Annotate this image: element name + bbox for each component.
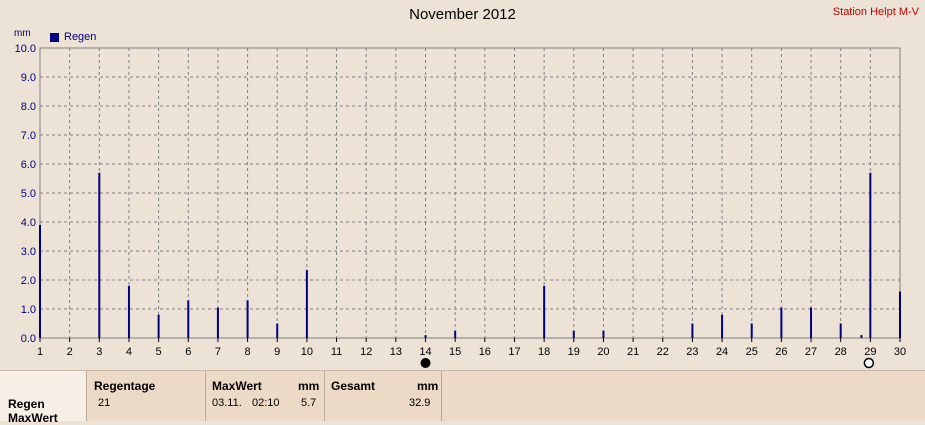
y-tick-label: 9.0 <box>21 72 36 84</box>
summary-col-gesamt: Gesamt mm 32.9 <box>325 371 442 421</box>
row-label-regen: Regen <box>8 397 45 411</box>
regentage-value: 21 <box>98 397 111 409</box>
x-tick-label: 26 <box>775 346 787 358</box>
x-tick-label: 13 <box>390 346 402 358</box>
summary-panel: Regen MaxWert Regentage 21 MaxWert mm 03… <box>0 370 925 425</box>
y-tick-label: 2.0 <box>21 275 36 287</box>
chart-title: November 2012 <box>409 6 516 23</box>
maxwert-date: 03.11. <box>212 397 242 409</box>
y-tick-label: 0.0 <box>21 333 36 345</box>
gesamt-value: 32.9 <box>409 397 431 409</box>
x-tick-label: 15 <box>449 346 461 358</box>
station-name: Station Helpt M-V <box>832 6 919 18</box>
x-tick-label: 8 <box>245 346 251 358</box>
summary-col-maxwert: MaxWert mm 03.11. 02:10 5.7 <box>206 371 325 421</box>
x-tick-label: 17 <box>508 346 520 358</box>
x-tick-label: 27 <box>805 346 817 358</box>
x-tick-label: 6 <box>185 346 191 358</box>
x-tick-label: 1 <box>37 346 43 358</box>
x-tick-label: 28 <box>835 346 847 358</box>
x-tick-label: 10 <box>301 346 313 358</box>
summary-row-labels: Regen MaxWert <box>0 371 87 425</box>
y-tick-label: 8.0 <box>21 101 36 113</box>
y-tick-label: 4.0 <box>21 217 36 229</box>
y-axis-unit: mm <box>14 28 31 39</box>
x-tick-label: 25 <box>746 346 758 358</box>
y-tick-label: 1.0 <box>21 304 36 316</box>
x-tick-label: 14 <box>419 346 431 358</box>
maxwert-value: 5.7 <box>301 397 317 409</box>
gesamt-header: Gesamt <box>331 379 376 393</box>
summary-col-regentage: Regentage 21 <box>87 371 206 421</box>
x-tick-label: 2 <box>67 346 73 358</box>
x-tick-label: 24 <box>716 346 728 358</box>
y-tick-label: 6.0 <box>21 159 36 171</box>
x-tick-label: 29 <box>864 346 876 358</box>
x-tick-label: 23 <box>686 346 698 358</box>
x-tick-label: 20 <box>597 346 609 358</box>
x-tick-label: 3 <box>96 346 102 358</box>
maxwert-unit: mm <box>298 379 320 393</box>
x-tick-label: 12 <box>360 346 372 358</box>
x-tick-label: 21 <box>627 346 639 358</box>
maxwert-header: MaxWert <box>212 379 262 393</box>
legend-swatch-regen <box>50 32 59 42</box>
full-moon-icon <box>863 357 875 369</box>
chart-area: 0.01.02.03.04.05.06.07.08.09.010.01 2 3 4 5 6… <box>15 43 906 369</box>
y-tick-label: 5.0 <box>21 188 36 200</box>
y-tick-label: 3.0 <box>21 246 36 258</box>
maxwert-time: 02:10 <box>252 397 280 409</box>
y-tick-label: 7.0 <box>21 130 36 142</box>
x-tick-label: 9 <box>274 346 280 358</box>
x-tick-label: 11 <box>331 346 342 358</box>
new-moon-icon <box>420 358 431 368</box>
x-tick-label: 22 <box>657 346 669 358</box>
x-tick-label: 30 <box>894 346 906 358</box>
regentage-header: Regentage <box>94 379 156 393</box>
row-label-maxwert: MaxWert <box>8 411 58 425</box>
legend: Regen <box>50 31 96 43</box>
x-tick-label: 19 <box>568 346 580 358</box>
x-tick-label: 16 <box>479 346 491 358</box>
y-tick-label: 10.0 <box>15 43 36 55</box>
x-tick-label: 4 <box>126 346 132 358</box>
x-tick-label: 7 <box>215 346 221 358</box>
gesamt-unit: mm <box>417 379 439 393</box>
legend-label-regen: Regen <box>64 31 97 43</box>
x-tick-label: 18 <box>538 346 550 358</box>
x-tick-label: 5 <box>156 346 162 358</box>
